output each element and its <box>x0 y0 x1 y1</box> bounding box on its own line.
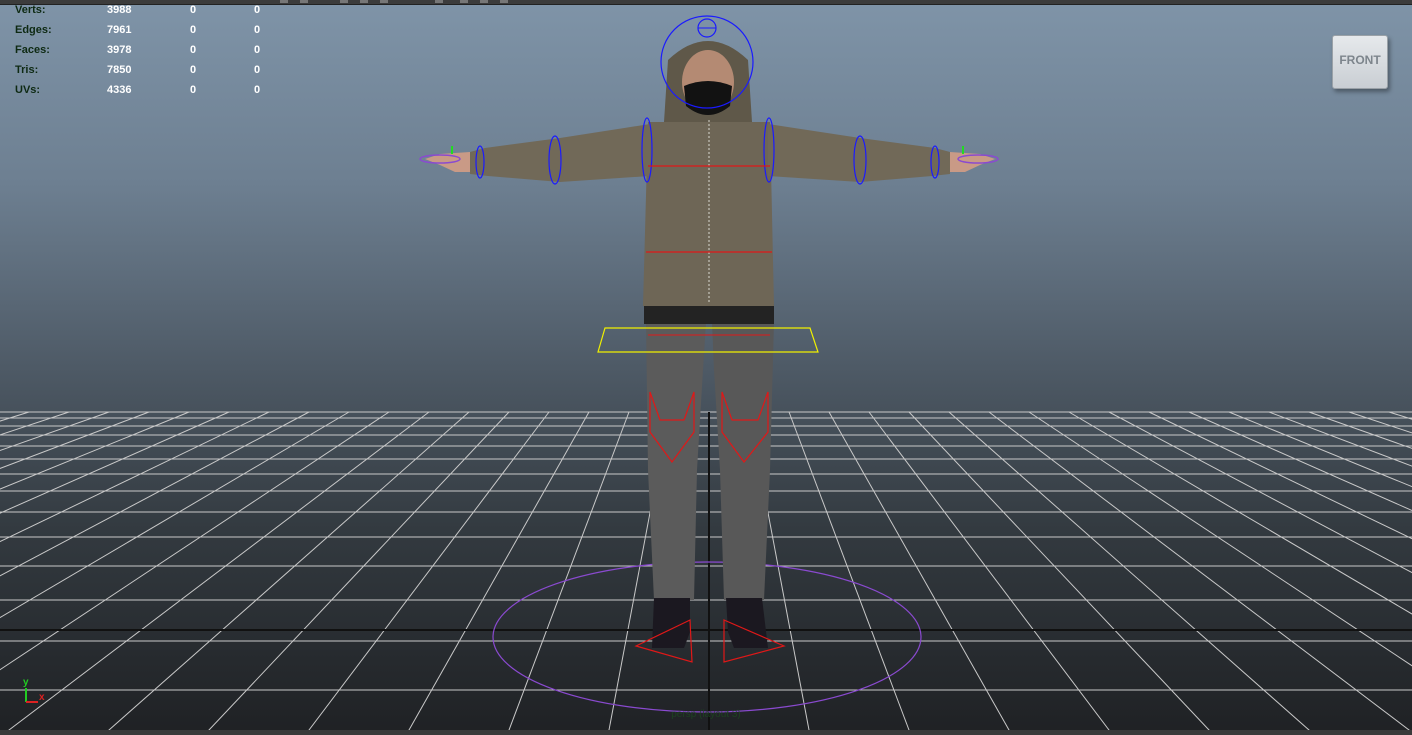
poly-count-hud: Verts: 3988 0 0 Edges: 7961 0 0 Faces: 3978 0 0 Tris… <box>15 4 275 104</box>
hud-row: Faces: 3978 0 0 <box>15 44 275 64</box>
hud-stat-value-selected: 0 <box>190 24 197 36</box>
grid-line <box>1348 411 1412 434</box>
hud-stat-value-total: 4336 <box>107 84 132 96</box>
grid-line <box>1188 411 1412 512</box>
right-arm <box>768 124 950 182</box>
hud-stat-value-selected: 0 <box>190 84 197 96</box>
hud-row: Edges: 7961 0 0 <box>15 24 275 44</box>
grid-line <box>0 411 390 671</box>
hud-stat-value-other: 0 <box>254 44 261 56</box>
grid-line <box>1148 411 1412 540</box>
hud-row: Verts: 3988 0 0 <box>15 4 275 24</box>
viewport-bottom-border <box>0 730 1412 735</box>
hud-stat-label: Verts: <box>15 4 46 16</box>
hud-stat-value-selected: 0 <box>190 4 197 16</box>
grid-line <box>948 411 1315 735</box>
grid-line <box>1068 411 1412 615</box>
grid-line <box>506 411 630 735</box>
ground-grid <box>0 411 1412 735</box>
grid-line <box>828 411 1013 735</box>
axis-x-label: x <box>39 692 45 703</box>
hud-stat-value-other: 0 <box>254 64 261 76</box>
viewcube[interactable]: FRONT <box>1332 35 1388 89</box>
hud-stat-label: Tris: <box>15 64 39 76</box>
hud-stat-value-total: 7961 <box>107 24 132 36</box>
grid-line <box>2 411 430 735</box>
hud-stat-value-selected: 0 <box>190 64 197 76</box>
hud-stat-value-total: 3978 <box>107 44 132 56</box>
grid-line <box>788 411 912 735</box>
hud-stat-value-other: 0 <box>254 4 261 16</box>
axis-gizmo-icon: y x <box>23 677 45 703</box>
hud-stat-label: Faces: <box>15 44 50 56</box>
hud-stat-value-selected: 0 <box>190 44 197 56</box>
hud-stat-value-total: 3988 <box>107 4 132 16</box>
hud-row: Tris: 7850 0 0 <box>15 64 275 84</box>
grid-line <box>103 411 470 735</box>
scene-canvas[interactable] <box>0 0 1412 735</box>
grid-line <box>203 411 510 735</box>
hud-row: UVs: 4336 0 0 <box>15 84 275 104</box>
grid-line <box>868 411 1114 735</box>
cog-control-selected[interactable] <box>597 327 819 353</box>
grid-line <box>304 411 550 735</box>
hud-stat-value-other: 0 <box>254 84 261 96</box>
3d-viewport[interactable]: Verts: 3988 0 0 Edges: 7961 0 0 Faces: 3978 0 0 Tris… <box>0 0 1412 735</box>
grid-line <box>1268 411 1412 467</box>
hud-stat-label: Edges: <box>15 24 52 36</box>
grid-line <box>1388 411 1412 420</box>
grid-line <box>908 411 1215 735</box>
hud-stat-value-other: 0 <box>254 24 261 36</box>
axis-y-label: y <box>23 677 29 688</box>
grid-line <box>405 411 590 735</box>
hud-stat-label: UVs: <box>15 84 41 96</box>
grid-line <box>1028 411 1412 667</box>
camera-name-label: persp (layout 3) <box>671 709 741 720</box>
left-leg <box>646 322 706 600</box>
hud-stat-value-total: 7850 <box>107 64 132 76</box>
grid-line <box>1228 411 1412 488</box>
belt <box>644 304 774 324</box>
viewcube-face-label[interactable]: FRONT <box>1333 53 1387 67</box>
